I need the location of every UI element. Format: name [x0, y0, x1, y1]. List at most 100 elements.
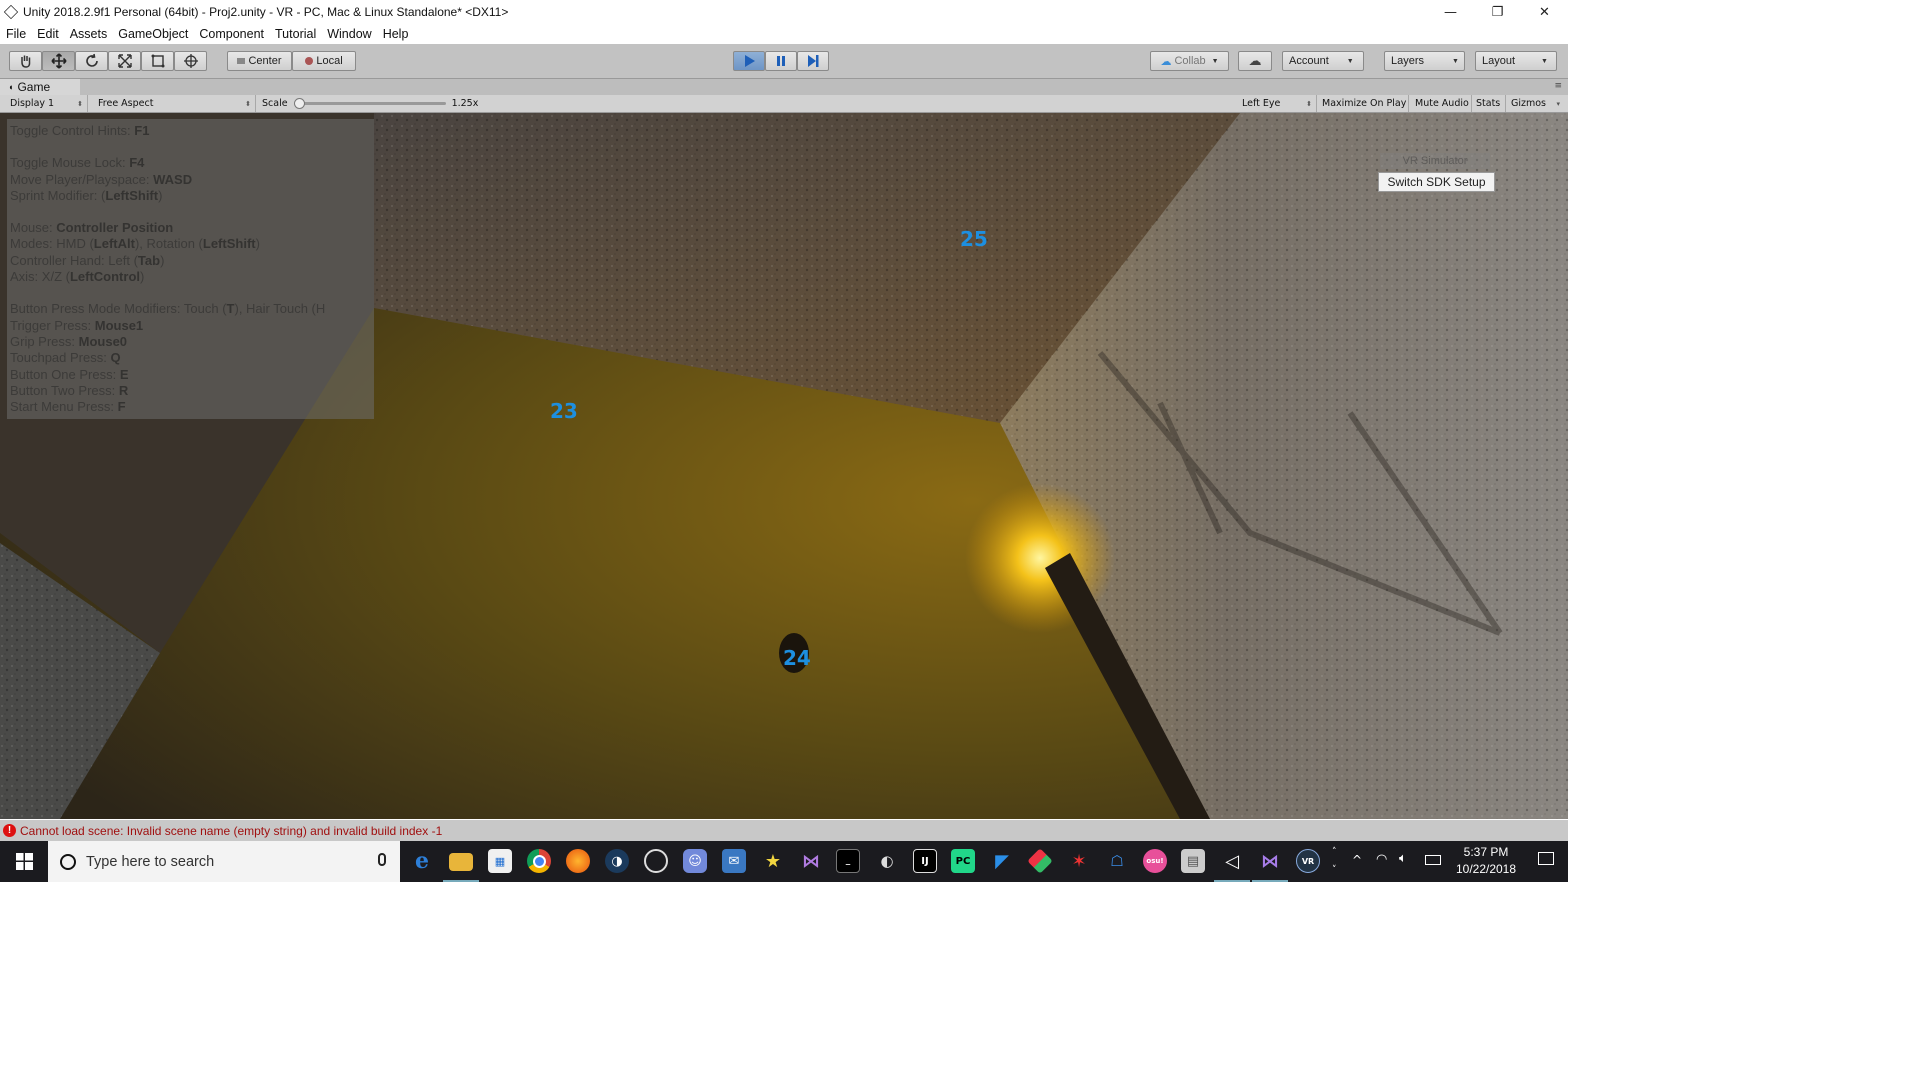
visual-studio-2-icon[interactable]: ⋈ — [1258, 849, 1282, 873]
scale-value: 1.25x — [451, 98, 479, 109]
console-status-bar[interactable]: ! Cannot load scene: Invalid scene name … — [0, 820, 1568, 841]
stats-toggle[interactable]: Stats — [1472, 95, 1506, 112]
eye-dropdown[interactable]: Left Eye ⬍ — [1236, 95, 1317, 112]
rect-tool-button[interactable] — [141, 51, 174, 71]
battery-icon[interactable] — [1425, 855, 1441, 865]
steam-icon[interactable]: ◑ — [605, 849, 629, 873]
taskbar-scroll-arrows[interactable]: ˄ ˅ — [1332, 843, 1337, 879]
pause-icon — [777, 56, 785, 66]
game-tab[interactable]: ◖ Game — [0, 79, 80, 95]
gizmos-dropdown[interactable]: Gizmos ▾ — [1506, 95, 1564, 112]
space-local-button[interactable]: Local — [292, 51, 356, 71]
restore-button[interactable]: ❐ — [1474, 0, 1521, 24]
obs-icon[interactable] — [644, 849, 668, 873]
pivot-center-button[interactable]: Center — [227, 51, 292, 71]
menu-gameobject[interactable]: GameObject — [113, 27, 194, 41]
action-center-icon[interactable] — [1538, 852, 1554, 865]
gitkraken-icon[interactable] — [1027, 848, 1053, 874]
hint-line: Controller Hand: Left (Tab) — [10, 252, 165, 268]
menu-help[interactable]: Help — [377, 27, 414, 41]
discord-icon[interactable]: ☺ — [683, 849, 707, 873]
hint-line: Toggle Control Hints: F1 — [10, 123, 150, 138]
mute-audio-toggle[interactable]: Mute Audio — [1409, 95, 1472, 112]
display-label: Display 1 — [10, 98, 55, 109]
osu-icon[interactable]: osu! — [1143, 849, 1167, 873]
step-icon — [808, 55, 819, 67]
clock-date: 10/22/2018 — [1455, 862, 1517, 876]
clock-time: 5:37 PM — [1463, 845, 1509, 859]
switch-sdk-setup-button[interactable]: Switch SDK Setup — [1378, 172, 1495, 192]
menu-window[interactable]: Window — [322, 27, 377, 41]
move-icon — [50, 53, 67, 69]
error-icon: ! — [3, 824, 16, 837]
dropdown-arrow-icon: ▾ — [1556, 99, 1560, 108]
menu-assets[interactable]: Assets — [64, 27, 113, 41]
minimize-button[interactable]: — — [1427, 0, 1474, 24]
window-title: Unity 2018.2.9f1 Personal (64bit) - Proj… — [23, 5, 509, 19]
cortana-icon — [60, 853, 76, 870]
hand-tool-button[interactable] — [9, 51, 42, 71]
mail-icon[interactable]: ✉ — [722, 849, 746, 873]
aspect-dropdown[interactable]: Free Aspect ⬍ — [92, 95, 256, 112]
step-button[interactable] — [797, 51, 829, 71]
rect-icon — [151, 54, 164, 68]
menu-edit[interactable]: Edit — [32, 27, 65, 41]
volume-icon[interactable]: 🔈︎ — [1399, 851, 1407, 866]
collab-button[interactable]: ☁ Collab ▼ — [1150, 51, 1229, 71]
game-view-toolbar: Display 1 ⬍ Free Aspect ⬍ Scale 1.25x Left… — [0, 95, 1568, 113]
account-label: Account — [1289, 55, 1329, 67]
wifi-icon[interactable]: ◠ — [1376, 852, 1387, 867]
maximize-on-play-toggle[interactable]: Maximize On Play — [1317, 95, 1409, 112]
firefox-icon[interactable] — [566, 849, 590, 873]
dropdown-arrow-icon: ▼ — [1346, 57, 1354, 65]
terminal-icon[interactable]: _ — [836, 849, 860, 873]
start-button[interactable] — [0, 841, 48, 882]
layout-dropdown[interactable]: Layout ▼ — [1475, 51, 1557, 71]
close-button[interactable]: ✕ — [1521, 0, 1568, 24]
blend-icon[interactable]: ◤ — [990, 849, 1014, 873]
snipping-icon[interactable]: ☖ — [1105, 849, 1129, 873]
account-dropdown[interactable]: Account ▼ — [1282, 51, 1364, 71]
rotate-tool-button[interactable] — [75, 51, 108, 71]
menu-file[interactable]: File — [0, 27, 32, 41]
intellij-icon[interactable]: IJ — [913, 849, 937, 873]
file-explorer-icon[interactable] — [449, 853, 473, 871]
microphone-icon[interactable] — [378, 853, 386, 866]
store-icon[interactable]: ▦ — [488, 849, 512, 873]
hint-line: Grip Press: Mouse0 — [10, 333, 128, 349]
scale-slider-thumb[interactable] — [293, 98, 305, 109]
display-dropdown[interactable]: Display 1 ⬍ — [4, 95, 88, 112]
vr-simulator-title: VR Simulator — [1380, 153, 1490, 169]
menu-component[interactable]: Component — [194, 27, 270, 41]
cloud-button[interactable]: ☁ — [1238, 51, 1272, 71]
pause-button[interactable] — [765, 51, 797, 71]
pycharm-icon[interactable]: PC — [951, 849, 975, 873]
game-viewport[interactable]: Toggle Control Hints: F1 Toggle Mouse Lo… — [0, 113, 1568, 819]
layers-dropdown[interactable]: Layers ▼ — [1384, 51, 1465, 71]
tray-overflow-icon[interactable]: ^ — [1352, 853, 1362, 867]
transform-tool-button[interactable] — [174, 51, 207, 71]
play-button[interactable] — [733, 51, 765, 71]
dropdown-arrow-icon: ▼ — [1541, 57, 1548, 65]
taskbar-search[interactable]: Type here to search — [48, 841, 400, 882]
marker-label: 24 — [783, 646, 811, 670]
menu-tutorial[interactable]: Tutorial — [270, 27, 322, 41]
chrome-icon[interactable] — [527, 849, 551, 873]
explorer-window-icon[interactable]: ▤ — [1181, 849, 1205, 873]
hint-line: Mouse: Controller Position — [10, 220, 174, 236]
visual-studio-icon[interactable]: ⋈ — [799, 849, 823, 873]
vr-icon[interactable]: VR — [1296, 849, 1320, 873]
rotate-icon — [85, 53, 98, 67]
system-clock[interactable]: 5:37 PM 10/22/2018 — [1450, 844, 1522, 878]
edge-icon[interactable]: e — [410, 848, 434, 874]
gamepad-app-icon[interactable]: ◐ — [875, 849, 899, 873]
tab-menu-icon[interactable]: ≡ — [1554, 81, 1562, 91]
scale-tool-button[interactable] — [108, 51, 141, 71]
scale-slider[interactable] — [293, 98, 446, 109]
star-app-icon[interactable]: ★ — [761, 849, 785, 873]
move-tool-button[interactable] — [42, 51, 75, 71]
flash-app-icon[interactable]: ✶ — [1067, 849, 1091, 873]
play-icon — [745, 55, 755, 67]
unity-icon[interactable]: ◁ — [1220, 849, 1244, 873]
game-controller-icon: ◖ — [8, 82, 14, 92]
